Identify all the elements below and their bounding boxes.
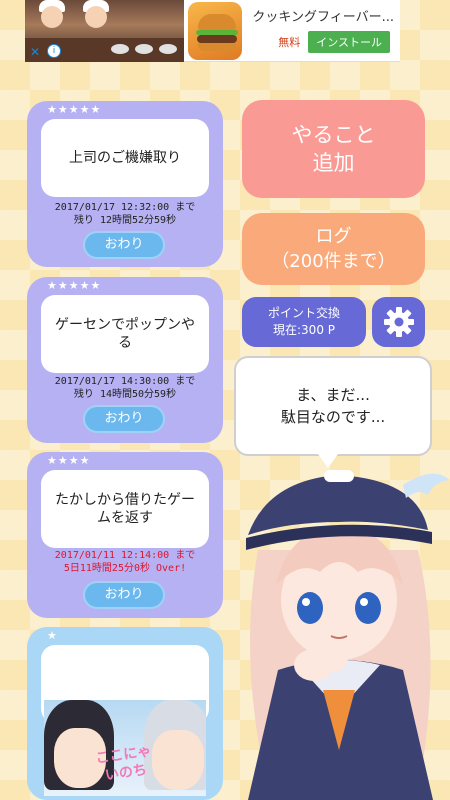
priority-stars: ★★★★★ [47,279,102,292]
info-icon[interactable]: i [47,44,61,58]
character-speech-bubble: ま、まだ... 駄目なのです... [234,356,432,456]
priority-stars: ★ [47,629,58,642]
task-deadline: 2017/01/17 14:30:00 まで [54,376,196,387]
point-exchange-label: ポイント交換 [267,306,340,320]
ad-install-button[interactable]: インストール [308,31,390,53]
burger-bun-shape [197,43,236,51]
task-overdue: 5日11時間25分0秒 Over! [63,563,187,574]
speech-line1: ま、まだ... [296,386,370,404]
done-button[interactable]: おわり [83,405,165,433]
log-button[interactable]: ログ （200件まで） [242,213,425,285]
task-remaining: 残り 12時間52分59秒 [73,215,177,226]
dish-shape [159,44,177,54]
ad-info: クッキングフィーバー... 無料 インストール [246,0,400,61]
log-label-line1: ログ [315,226,352,247]
chef-face-shape [85,6,107,28]
done-button[interactable]: おわり [83,581,165,609]
task-title[interactable]: たかしから借りたゲームを返す [41,470,209,548]
bottom-ad-banner[interactable]: ここにゃ いのち [44,700,206,796]
task-title[interactable]: ゲーセンでポップンやる [41,295,209,373]
gear-icon [383,307,414,337]
close-icon[interactable]: ✕ [27,44,43,60]
ad-price: 無料 [278,36,301,49]
dish-shape [135,44,153,54]
task-deadline: 2017/01/11 12:14:00 まで [54,550,196,561]
add-task-button[interactable]: やること 追加 [242,100,425,198]
ad-title: クッキングフィーバー... [252,10,394,25]
character-illustration [246,470,450,800]
task-deadline: 2017/01/17 12:32:00 まで [54,202,196,213]
priority-stars: ★★★★★ [47,103,102,116]
settings-button[interactable] [372,297,425,347]
character-face-shape [152,730,204,790]
ad-logo: ここにゃ いのち [94,743,153,784]
log-label-line2: （200件まで） [271,251,396,272]
chef-face-shape [41,6,63,28]
top-ad-banner[interactable]: クッキングフィーバー... 無料 インストール [25,0,400,62]
task-title[interactable]: 上司のご機嫌取り [41,119,209,197]
point-exchange-button[interactable]: ポイント交換 現在:300 P [242,297,366,347]
speech-line2: 駄目なのです... [280,408,386,426]
burger-patty-shape [196,35,237,43]
priority-stars: ★★★★ [47,454,91,467]
task-remaining: 残り 14時間50分59秒 [73,389,177,400]
task-card: ★★★★★ 上司のご機嫌取り 2017/01/17 12:32:00 まで 残り… [27,101,223,267]
dish-shape [111,44,129,54]
ad-app-icon[interactable] [187,2,243,60]
ad-actions: 無料 インストール [278,31,390,53]
task-card: ★★★★★ ゲーセンでポップンやる 2017/01/17 14:30:00 まで… [27,277,223,443]
add-task-label-line1: やること [291,123,376,147]
task-card: ★★★★ たかしから借りたゲームを返す 2017/01/11 12:14:00 … [27,452,223,618]
add-task-label-line2: 追加 [312,151,355,175]
burger-bun-shape [197,14,236,30]
done-button[interactable]: おわり [83,231,165,259]
current-points: 現在:300 P [273,323,335,337]
